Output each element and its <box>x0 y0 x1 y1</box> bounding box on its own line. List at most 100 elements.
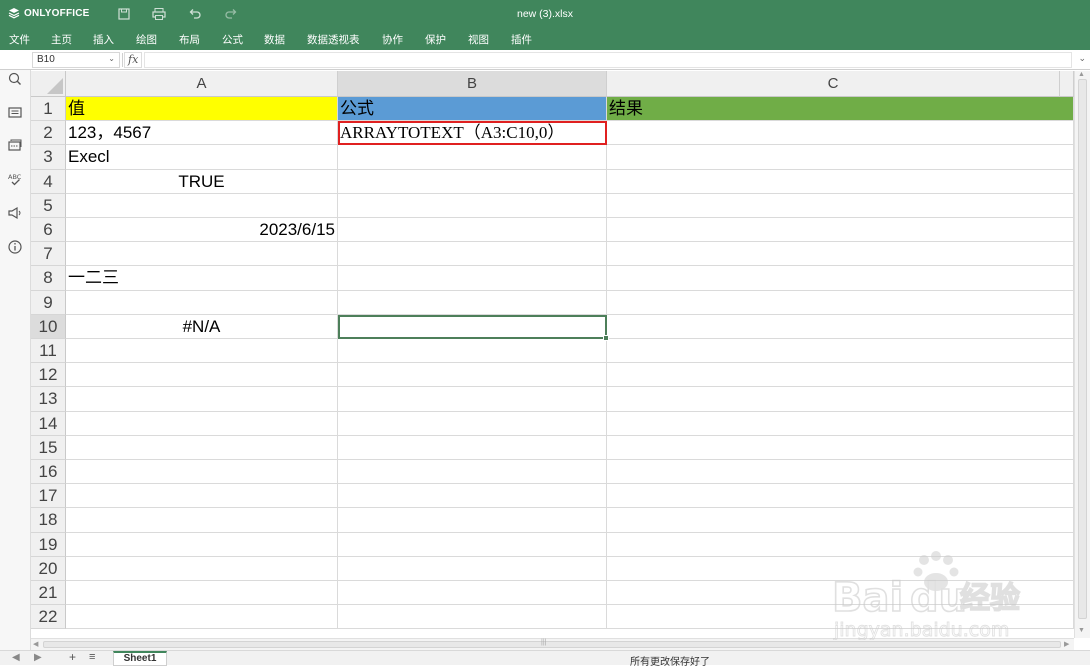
cell-b20[interactable] <box>338 556 607 581</box>
cell-c20[interactable] <box>607 556 1074 581</box>
cell-b11[interactable] <box>338 339 607 364</box>
menu-item-home[interactable]: 主页 <box>51 32 72 47</box>
row-header-16[interactable]: 16 <box>31 460 66 485</box>
row-header-17[interactable]: 17 <box>31 484 66 509</box>
column-header-a[interactable]: A <box>66 71 338 97</box>
cell-b10[interactable] <box>338 314 607 339</box>
cell-b6[interactable] <box>338 218 607 243</box>
sheet-list-icon[interactable]: ≡ <box>89 651 95 663</box>
menu-item-collaborate[interactable]: 协作 <box>382 32 403 47</box>
scroll-left-icon[interactable]: ◀ <box>33 640 38 648</box>
cell-b2[interactable]: ARRAYTOTEXT（A3:C10,0） <box>338 121 607 146</box>
formula-input[interactable] <box>144 52 1072 68</box>
chevron-down-icon[interactable]: ⌄ <box>108 54 115 63</box>
cell-a19[interactable] <box>66 532 338 557</box>
cell-c22[interactable] <box>607 605 1074 630</box>
cell-a20[interactable] <box>66 556 338 581</box>
column-header-c[interactable]: C <box>607 71 1060 97</box>
cell-c12[interactable] <box>607 363 1074 388</box>
cell-c10[interactable] <box>607 314 1074 339</box>
cell-c4[interactable] <box>607 169 1074 194</box>
row-header-12[interactable]: 12 <box>31 363 66 388</box>
search-icon[interactable] <box>6 70 24 88</box>
menu-item-data[interactable]: 数据 <box>264 32 285 47</box>
cell-a9[interactable] <box>66 290 338 315</box>
cell-b1[interactable]: 公式 <box>338 97 607 122</box>
cell-a7[interactable] <box>66 242 338 267</box>
menu-item-insert[interactable]: 插入 <box>93 32 114 47</box>
cell-c5[interactable] <box>607 193 1074 218</box>
scroll-down-icon[interactable]: ▼ <box>1078 627 1085 634</box>
cell-b14[interactable] <box>338 411 607 436</box>
next-sheet-icon[interactable]: ▶ <box>34 652 42 663</box>
cell-c3[interactable] <box>607 145 1074 170</box>
scroll-right-icon[interactable]: ▶ <box>1064 640 1069 648</box>
cell-b17[interactable] <box>338 484 607 509</box>
cell-b5[interactable] <box>338 193 607 218</box>
menu-item-file[interactable]: 文件 <box>9 32 30 47</box>
feedback-icon[interactable] <box>6 204 24 222</box>
cell-b15[interactable] <box>338 435 607 460</box>
cell-b12[interactable] <box>338 363 607 388</box>
cell-a12[interactable] <box>66 363 338 388</box>
cell-a2[interactable]: 123，4567 <box>66 121 338 146</box>
horizontal-scrollbar[interactable]: ◀ ||| ▶ <box>31 638 1074 650</box>
menu-item-layout[interactable]: 布局 <box>179 32 200 47</box>
cell-b18[interactable] <box>338 508 607 533</box>
spreadsheet-grid[interactable]: ABC 1 2 3 4 5 6 7 8 9 10 11 12 13 14 15 16 17 18 19 20 21 22 … <box>31 71 1074 638</box>
sheet-tab[interactable]: Sheet1 <box>113 651 167 666</box>
cell-a18[interactable] <box>66 508 338 533</box>
cell-a22[interactable] <box>66 605 338 630</box>
cell-a1[interactable]: 值 <box>66 97 338 122</box>
spellcheck-icon[interactable]: ABC <box>6 170 24 188</box>
menu-item-plugins[interactable]: 插件 <box>511 32 532 47</box>
menu-item-pivot[interactable]: 数据透视表 <box>307 32 360 47</box>
cell-c6[interactable] <box>607 218 1074 243</box>
vertical-scroll-thumb[interactable] <box>1078 79 1087 619</box>
menu-item-draw[interactable]: 绘图 <box>136 32 157 47</box>
row-header-22[interactable]: 22 <box>31 605 66 630</box>
row-header-20[interactable]: 20 <box>31 556 66 581</box>
cell-c14[interactable] <box>607 411 1074 436</box>
cell-a11[interactable] <box>66 339 338 364</box>
select-all-corner[interactable] <box>31 71 66 97</box>
row-header-2[interactable]: 2 <box>31 121 66 146</box>
cell-a6[interactable]: 2023/6/15 <box>66 218 338 243</box>
cell-b8[interactable] <box>338 266 607 291</box>
name-box[interactable]: B10 ⌄ <box>32 52 120 68</box>
menu-item-protect[interactable]: 保护 <box>425 32 446 47</box>
row-header-11[interactable]: 11 <box>31 339 66 364</box>
row-header-21[interactable]: 21 <box>31 581 66 606</box>
cell-c9[interactable] <box>607 290 1074 315</box>
row-header-15[interactable]: 15 <box>31 435 66 460</box>
row-header-14[interactable]: 14 <box>31 411 66 436</box>
comments-icon[interactable] <box>6 104 24 122</box>
prev-sheet-icon[interactable]: ◀ <box>12 652 20 663</box>
cell-c7[interactable] <box>607 242 1074 267</box>
row-header-1[interactable]: 1 <box>31 97 66 122</box>
row-header-18[interactable]: 18 <box>31 508 66 533</box>
cell-c17[interactable] <box>607 484 1074 509</box>
cell-c13[interactable] <box>607 387 1074 412</box>
row-header-8[interactable]: 8 <box>31 266 66 291</box>
cell-a16[interactable] <box>66 460 338 485</box>
about-icon[interactable] <box>6 238 24 256</box>
cell-c19[interactable] <box>607 532 1074 557</box>
cell-b3[interactable] <box>338 145 607 170</box>
cell-c15[interactable] <box>607 435 1074 460</box>
add-sheet-icon[interactable]: + <box>69 650 76 664</box>
vertical-scrollbar[interactable]: ▲ ▼ <box>1074 71 1090 638</box>
cell-c11[interactable] <box>607 339 1074 364</box>
row-header-3[interactable]: 3 <box>31 145 66 170</box>
cell-a8[interactable]: 一二三 <box>66 266 338 291</box>
column-header-b[interactable]: B <box>338 71 607 97</box>
cell-c16[interactable] <box>607 460 1074 485</box>
cell-c1[interactable]: 结果 <box>607 97 1074 122</box>
cell-b13[interactable] <box>338 387 607 412</box>
row-header-6[interactable]: 6 <box>31 218 66 243</box>
cell-b21[interactable] <box>338 581 607 606</box>
row-header-19[interactable]: 19 <box>31 532 66 557</box>
row-header-4[interactable]: 4 <box>31 169 66 194</box>
scroll-up-icon[interactable]: ▲ <box>1078 71 1085 78</box>
cell-a17[interactable] <box>66 484 338 509</box>
